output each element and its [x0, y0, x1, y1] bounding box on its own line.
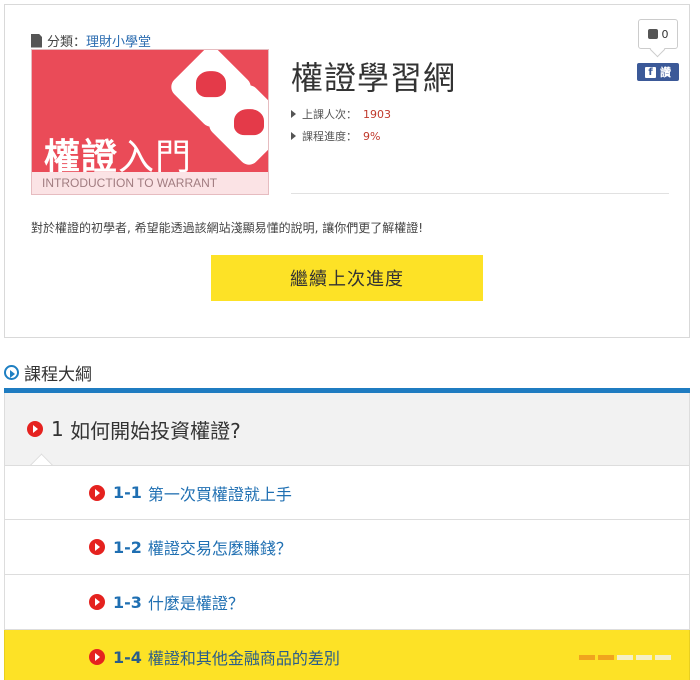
outline-header: 課程大綱 [4, 360, 92, 385]
facebook-like-button[interactable]: f 讚 [637, 63, 679, 81]
progress-segment [655, 655, 671, 660]
lesson-number: 1-3 [113, 592, 142, 612]
meta-label: 課程進度： [302, 130, 357, 143]
progress-segment [636, 655, 652, 660]
lesson-progress-bar [576, 655, 671, 660]
facebook-icon: f [645, 66, 656, 78]
lesson-title: 什麼是權證？ [147, 594, 244, 613]
course-thumbnail[interactable]: 權證入門 INTRODUCTION TO WARRANT [31, 49, 269, 195]
lesson-number: 1-2 [113, 537, 142, 557]
play-icon [89, 594, 105, 610]
progress-segment [579, 655, 595, 660]
meta-row-attendance: 上課人次： 1903 [291, 103, 391, 125]
lesson-item[interactable]: 1-2 權證交易怎麼賺錢？ [4, 520, 690, 575]
bullet-triangle-icon [291, 132, 296, 140]
course-title: 權證學習網 [291, 59, 457, 97]
lesson-number: 1-1 [113, 483, 142, 502]
course-card: 分類： 理財小學堂 權證入門 INTRODUCTION TO WARRANT 權… [4, 4, 690, 338]
bullet-triangle-icon [291, 110, 296, 118]
thumbs-up-icon [647, 29, 658, 39]
play-icon [89, 484, 105, 501]
circle-play-icon [4, 365, 19, 380]
lesson-list: 1-1 第一次買權證就上手 1-2 權證交易怎麼賺錢？ 1-3 什麼是權證？ 1… [4, 465, 690, 680]
divider [291, 193, 669, 194]
meta-label: 上課人次： [302, 108, 357, 121]
course-meta: 上課人次： 1903 課程進度： 9% [291, 103, 391, 147]
course-description: 對於權證的初學者, 希望能透過該網站淺顯易懂的說明, 讓你們更了解權證! [31, 221, 424, 235]
document-icon [31, 33, 42, 48]
lesson-title: 第一次買權證就上手 [147, 484, 292, 504]
category-line: 分類： 理財小學堂 [31, 31, 151, 50]
like-counter[interactable]: 0 [638, 19, 678, 49]
play-icon [27, 421, 43, 437]
meta-value: 1903 [363, 107, 391, 121]
meta-value: 9% [363, 129, 381, 143]
chapter-title: 如何開始投資權證? [70, 418, 241, 443]
category-label: 分類： [47, 35, 87, 50]
progress-segment [617, 655, 633, 660]
lesson-number: 1-4 [113, 647, 142, 667]
continue-button[interactable]: 繼續上次進度 [211, 255, 483, 301]
chapter-header[interactable]: 1 如何開始投資權證? [4, 393, 690, 465]
facebook-like-label: 讚 [660, 66, 671, 79]
outline-header-label: 課程大綱 [24, 365, 92, 385]
lesson-item[interactable]: 1-3 什麼是權證？ [4, 575, 690, 630]
category-link[interactable]: 理財小學堂 [86, 31, 151, 50]
like-count: 0 [661, 27, 669, 41]
play-icon [89, 649, 105, 665]
thumbnail-caption: INTRODUCTION TO WARRANT [32, 172, 268, 194]
lesson-item-active[interactable]: 1-4 權證和其他金融商品的差別 [4, 630, 690, 680]
lesson-title: 權證交易怎麼賺錢？ [147, 539, 292, 558]
lesson-item[interactable]: 1-1 第一次買權證就上手 [4, 465, 690, 520]
progress-segment [598, 655, 614, 660]
meta-row-progress: 課程進度： 9% [291, 125, 391, 147]
chapter-number: 1 [51, 417, 64, 441]
play-icon [89, 539, 105, 555]
lesson-title: 權證和其他金融商品的差別 [147, 649, 340, 668]
